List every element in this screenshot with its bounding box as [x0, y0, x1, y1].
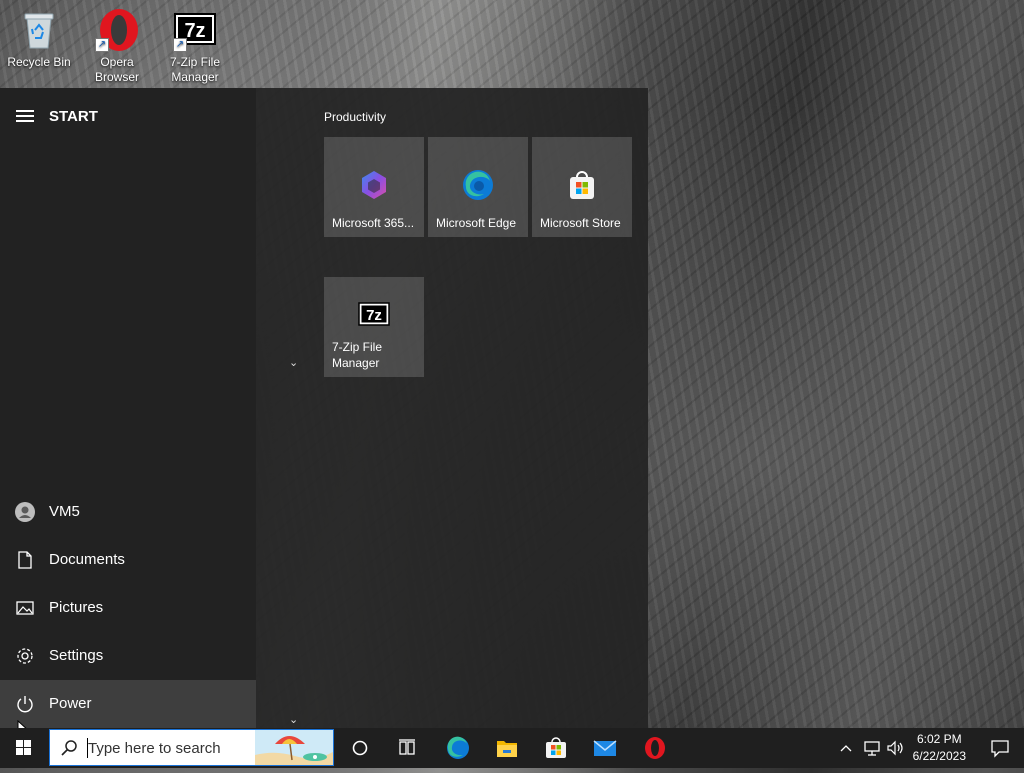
taskbar-file-explorer[interactable] [484, 728, 530, 768]
clock-date: 6/22/2023 [912, 749, 966, 763]
tile-microsoft-edge[interactable]: Microsoft Edge [428, 137, 528, 237]
desktop-icon-recycle-bin[interactable]: Recycle Bin [0, 6, 78, 70]
rail-item-label: Power [49, 695, 92, 712]
edge-icon [447, 736, 469, 759]
collapse-chevron-icon[interactable]: ⌄ [289, 356, 298, 369]
expand-chevron-icon[interactable]: ⌄ [289, 713, 298, 726]
power-icon [15, 694, 35, 714]
task-view-icon [399, 739, 415, 755]
desktop-icon-opera[interactable]: ↗ Opera Browser [78, 6, 156, 85]
pictures-icon [15, 598, 35, 618]
rail-item-documents[interactable]: Documents [0, 536, 256, 584]
desktop-icon-7zip[interactable]: 7z ↗ 7-Zip File Manager [156, 6, 234, 85]
rail-item-user[interactable]: VM5 [0, 488, 256, 536]
network-icon[interactable] [862, 738, 882, 758]
start-title: START [49, 108, 98, 125]
opera-icon: ↗ [95, 8, 139, 52]
taskbar-edge[interactable] [435, 728, 481, 768]
recycle-bin-icon [17, 8, 61, 52]
rail-item-label: Settings [49, 647, 104, 664]
tile-microsoft-365[interactable]: Microsoft 365... [324, 137, 424, 237]
start-menu: START VM5 Documents Pictures Settings Po… [0, 88, 648, 728]
taskbar-store[interactable] [533, 728, 579, 768]
action-center-icon[interactable] [990, 738, 1010, 758]
desktop-icon-label: Opera Browser [94, 55, 139, 84]
rail-item-label: Pictures [49, 599, 104, 616]
rail-item-label: Documents [49, 551, 125, 568]
hamburger-menu-icon[interactable] [16, 110, 34, 122]
taskbar-task-view[interactable] [384, 728, 430, 768]
shortcut-arrow-icon: ↗ [95, 38, 109, 52]
opera-icon [645, 737, 665, 759]
taskbar-cortana[interactable] [337, 728, 383, 768]
windows-logo-icon [16, 740, 31, 755]
desktop-icon-label: 7-Zip File Manager [169, 55, 220, 84]
rail-item-power[interactable]: Power [0, 680, 256, 728]
svg-text:7z: 7z [184, 20, 205, 42]
tile-microsoft-store[interactable]: Microsoft Store [532, 137, 632, 237]
shortcut-arrow-icon: ↗ [173, 38, 187, 52]
taskbar-mail[interactable] [582, 728, 628, 768]
mail-icon [593, 740, 617, 756]
taskbar-search-box[interactable]: Type here to search [49, 729, 334, 766]
show-hidden-icons-chevron-icon[interactable] [838, 738, 854, 758]
clock-time: 6:02 PM [916, 732, 962, 746]
svg-text:7z: 7z [366, 307, 382, 324]
tile-label: 7-Zip File Manager [332, 340, 383, 370]
7zip-icon: 7z ↗ [173, 8, 217, 52]
start-rail: START VM5 Documents Pictures Settings Po… [0, 88, 256, 728]
rail-item-pictures[interactable]: Pictures [0, 584, 256, 632]
tile-label: Microsoft Edge [436, 216, 517, 230]
search-icon [60, 739, 78, 757]
tile-label: Microsoft 365... [332, 216, 415, 230]
store-icon [546, 737, 566, 758]
tile-7zip[interactable]: 7z 7-Zip File Manager [324, 277, 424, 377]
search-highlight-illustration [255, 730, 333, 765]
user-icon [15, 502, 35, 522]
taskbar-clock[interactable]: 6:02 PM 6/22/2023 [913, 731, 966, 765]
gear-icon [15, 646, 35, 666]
document-icon [15, 550, 35, 570]
cortana-icon [352, 740, 368, 756]
edge-icon [462, 169, 494, 201]
desktop-icon-label: Recycle Bin [7, 55, 71, 69]
rail-item-settings[interactable]: Settings [0, 632, 256, 680]
taskbar: Type here to search 6:02 PM 6/22/2023 [0, 728, 1024, 768]
search-placeholder: Type here to search [88, 740, 221, 757]
volume-icon[interactable] [885, 738, 905, 758]
taskbar-opera[interactable] [632, 728, 678, 768]
microsoft-365-icon [358, 169, 390, 201]
7zip-icon: 7z [358, 299, 390, 331]
file-explorer-icon [497, 741, 517, 757]
store-icon [566, 169, 598, 201]
rail-item-label: VM5 [49, 503, 80, 520]
tile-label: Microsoft Store [540, 216, 621, 230]
tile-group-title: Productivity [324, 110, 387, 124]
start-button[interactable] [0, 728, 46, 768]
